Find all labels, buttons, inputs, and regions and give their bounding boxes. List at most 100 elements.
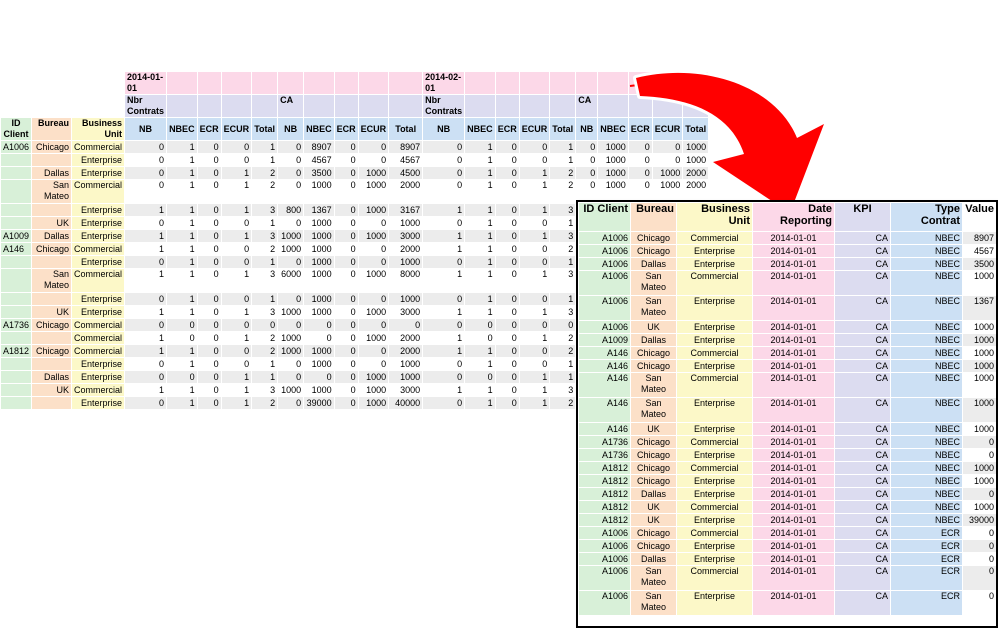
- flat-cell: Commercial: [676, 346, 753, 360]
- flat-cell: CA: [834, 320, 891, 334]
- flat-cell: NBEC: [890, 333, 963, 347]
- table-row: A146 Chicago Commercial 2014-01-01 CA NBEC 100…: [578, 346, 996, 360]
- flat-cell: ECR: [890, 552, 963, 566]
- flat-cell: 2014-01-01: [752, 448, 835, 462]
- flat-cell: Chicago: [630, 346, 677, 360]
- flat-cell: ECR: [890, 526, 963, 540]
- flat-cell: Dallas: [630, 487, 677, 501]
- table-row: A1006 San Mateo Enterprise 2014-01-01 CA ECR 0: [578, 590, 996, 616]
- flat-cell: Enterprise: [676, 244, 753, 258]
- flat-cell: CA: [834, 590, 891, 616]
- flat-cell: CA: [834, 461, 891, 475]
- flat-cell: Enterprise: [676, 359, 753, 373]
- table-row: A1006 Chicago Enterprise 2014-01-01 CA NBEC 45…: [578, 244, 996, 258]
- flat-cell: 2014-01-01: [752, 526, 835, 540]
- flat-cell: Chicago: [630, 461, 677, 475]
- flat-cell: 2014-01-01: [752, 320, 835, 334]
- flat-cell: A1812: [578, 500, 631, 514]
- flat-cell: Enterprise: [676, 397, 753, 423]
- flat-cell: 0: [962, 435, 996, 449]
- flat-cell: Enterprise: [676, 474, 753, 488]
- flat-cell: A1006: [578, 552, 631, 566]
- flat-cell: San Mateo: [630, 372, 677, 398]
- flat-cell: 2014-01-01: [752, 590, 835, 616]
- flat-cell: 1000: [962, 320, 996, 334]
- flat-cell: San Mateo: [630, 590, 677, 616]
- flat-cell: 2014-01-01: [752, 461, 835, 475]
- flat-cell: A1006: [578, 244, 631, 258]
- flat-cell: 2014-01-01: [752, 435, 835, 449]
- flat-cell: CA: [834, 270, 891, 296]
- flat-cell: ECR: [890, 565, 963, 591]
- unpivoted-table: ID Client Bureau Business Unit Date Reporti…: [578, 202, 996, 616]
- flat-cell: Commercial: [676, 565, 753, 591]
- table-row: A1812 Dallas Enterprise 2014-01-01 CA NBEC 0: [578, 487, 996, 501]
- flat-cell: 0: [962, 448, 996, 462]
- flat-cell: A1812: [578, 487, 631, 501]
- flat-cell: 0: [962, 590, 996, 616]
- flat-cell: 0: [962, 526, 996, 540]
- table-row: A1006 San Mateo Enterprise 2014-01-01 CA NBEC…: [578, 295, 996, 321]
- flat-cell: CA: [834, 244, 891, 258]
- flat-cell: A1006: [578, 295, 631, 321]
- flat-cell: NBEC: [890, 461, 963, 475]
- flat-cell: A1009: [578, 333, 631, 347]
- flat-cell: Chicago: [630, 526, 677, 540]
- flat-cell: 1000: [962, 422, 996, 436]
- flat-cell: 0: [962, 487, 996, 501]
- flat-cell: A1006: [578, 565, 631, 591]
- flat-cell: Enterprise: [676, 590, 753, 616]
- table-row: A1006 Dallas Enterprise 2014-01-01 CA NBEC 350…: [578, 257, 996, 271]
- flat-cell: NBEC: [890, 372, 963, 398]
- flat-cell: UK: [630, 320, 677, 334]
- flat-cell: 1000: [962, 474, 996, 488]
- flat-cell: 2014-01-01: [752, 359, 835, 373]
- flat-cell: NBEC: [890, 244, 963, 258]
- table-row: A1009 Dallas Enterprise 2014-01-01 CA NBEC 100…: [578, 333, 996, 347]
- flat-cell: NBEC: [890, 257, 963, 271]
- flat-cell: NBEC: [890, 397, 963, 423]
- flat-cell: Commercial: [676, 500, 753, 514]
- flat-column-header: Value: [962, 202, 996, 232]
- flat-cell: 2014-01-01: [752, 565, 835, 591]
- table-row: A1736 Chicago Commercial 2014-01-01 CA NBEC 0: [578, 435, 996, 449]
- table-row: A1006 San Mateo Commercial 2014-01-01 CA ECR 0: [578, 565, 996, 591]
- flat-cell: A146: [578, 372, 631, 398]
- flat-cell: NBEC: [890, 422, 963, 436]
- flat-cell: San Mateo: [630, 397, 677, 423]
- table-row: A1006 Chicago Commercial 2014-01-01 CA ECR 0: [578, 526, 996, 540]
- flat-cell: NBEC: [890, 513, 963, 527]
- flat-column-header: KPI: [834, 202, 891, 232]
- flat-cell: 1000: [962, 372, 996, 398]
- flat-cell: CA: [834, 257, 891, 271]
- flat-cell: 2014-01-01: [752, 513, 835, 527]
- flat-cell: NBEC: [890, 270, 963, 296]
- flat-cell: CA: [834, 565, 891, 591]
- table-row: A1006 San Mateo Commercial 2014-01-01 CA NBEC…: [578, 270, 996, 296]
- flat-cell: 2014-01-01: [752, 397, 835, 423]
- table-row: A1736 Chicago Enterprise 2014-01-01 CA NBEC 0: [578, 448, 996, 462]
- flat-cell: 3500: [962, 257, 996, 271]
- flat-cell: Commercial: [676, 461, 753, 475]
- flat-cell: A146: [578, 397, 631, 423]
- flat-cell: NBEC: [890, 474, 963, 488]
- flat-cell: Chicago: [630, 435, 677, 449]
- flat-cell: 2014-01-01: [752, 244, 835, 258]
- table-row: A1006 Chicago Commercial 2014-01-01 CA NBEC 89…: [578, 231, 996, 245]
- flat-cell: 2014-01-01: [752, 487, 835, 501]
- flat-cell: A1006: [578, 320, 631, 334]
- flat-cell: 1000: [962, 270, 996, 296]
- flat-cell: Dallas: [630, 552, 677, 566]
- flat-cell: A146: [578, 346, 631, 360]
- flat-cell: San Mateo: [630, 295, 677, 321]
- flat-cell: Dallas: [630, 333, 677, 347]
- flat-cell: CA: [834, 346, 891, 360]
- flat-cell: Dallas: [630, 257, 677, 271]
- flat-cell: Chicago: [630, 359, 677, 373]
- flat-cell: Chicago: [630, 539, 677, 553]
- flat-cell: CA: [834, 359, 891, 373]
- flat-cell: Enterprise: [676, 539, 753, 553]
- flat-cell: 1000: [962, 397, 996, 423]
- flat-cell: A1812: [578, 513, 631, 527]
- table-row: A1812 UK Commercial 2014-01-01 CA NBEC 1000: [578, 500, 996, 514]
